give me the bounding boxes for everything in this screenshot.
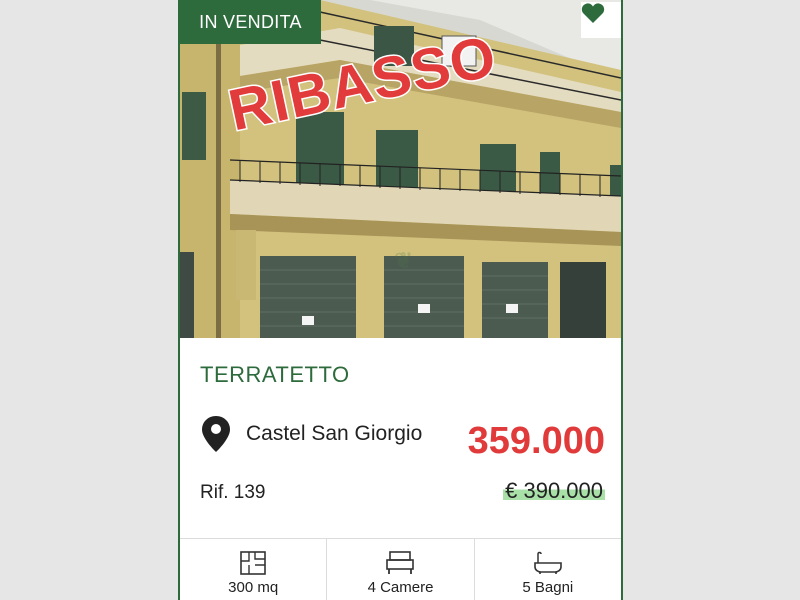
floorplan-icon <box>240 551 266 580</box>
feature-area: 300 mq <box>180 539 328 600</box>
location-text: Castel San Giorgio <box>246 422 423 445</box>
feature-label: 5 Bagni <box>522 579 574 596</box>
bathtub-icon <box>534 551 562 580</box>
feature-bathrooms: 5 Bagni <box>475 539 621 600</box>
old-price: € 390.000 <box>503 478 605 504</box>
listing-card[interactable]: ❦ RIBASSO IN VENDITA TERRATETTO Castel S… <box>178 0 623 600</box>
reference-number: Rif. 139 <box>200 482 266 503</box>
watermark: ❦ <box>394 248 416 273</box>
feature-rooms: 4 Camere <box>327 539 475 600</box>
heart-icon <box>581 3 605 24</box>
property-photo[interactable]: ❦ RIBASSO IN VENDITA <box>180 0 621 338</box>
map-pin-icon <box>202 416 230 457</box>
listing-info: TERRATETTO Castel San Giorgio 359.000 Ri… <box>180 338 621 538</box>
favorite-button[interactable] <box>581 2 621 38</box>
bed-icon <box>386 551 415 580</box>
property-type: TERRATETTO <box>200 362 350 387</box>
status-badge: IN VENDITA <box>180 0 321 44</box>
feature-label: 300 mq <box>228 579 279 596</box>
price: 359.000 <box>467 420 605 462</box>
features-bar: 300 mq 4 Camere 5 Bagni <box>180 538 621 600</box>
feature-label: 4 Camere <box>367 579 434 596</box>
